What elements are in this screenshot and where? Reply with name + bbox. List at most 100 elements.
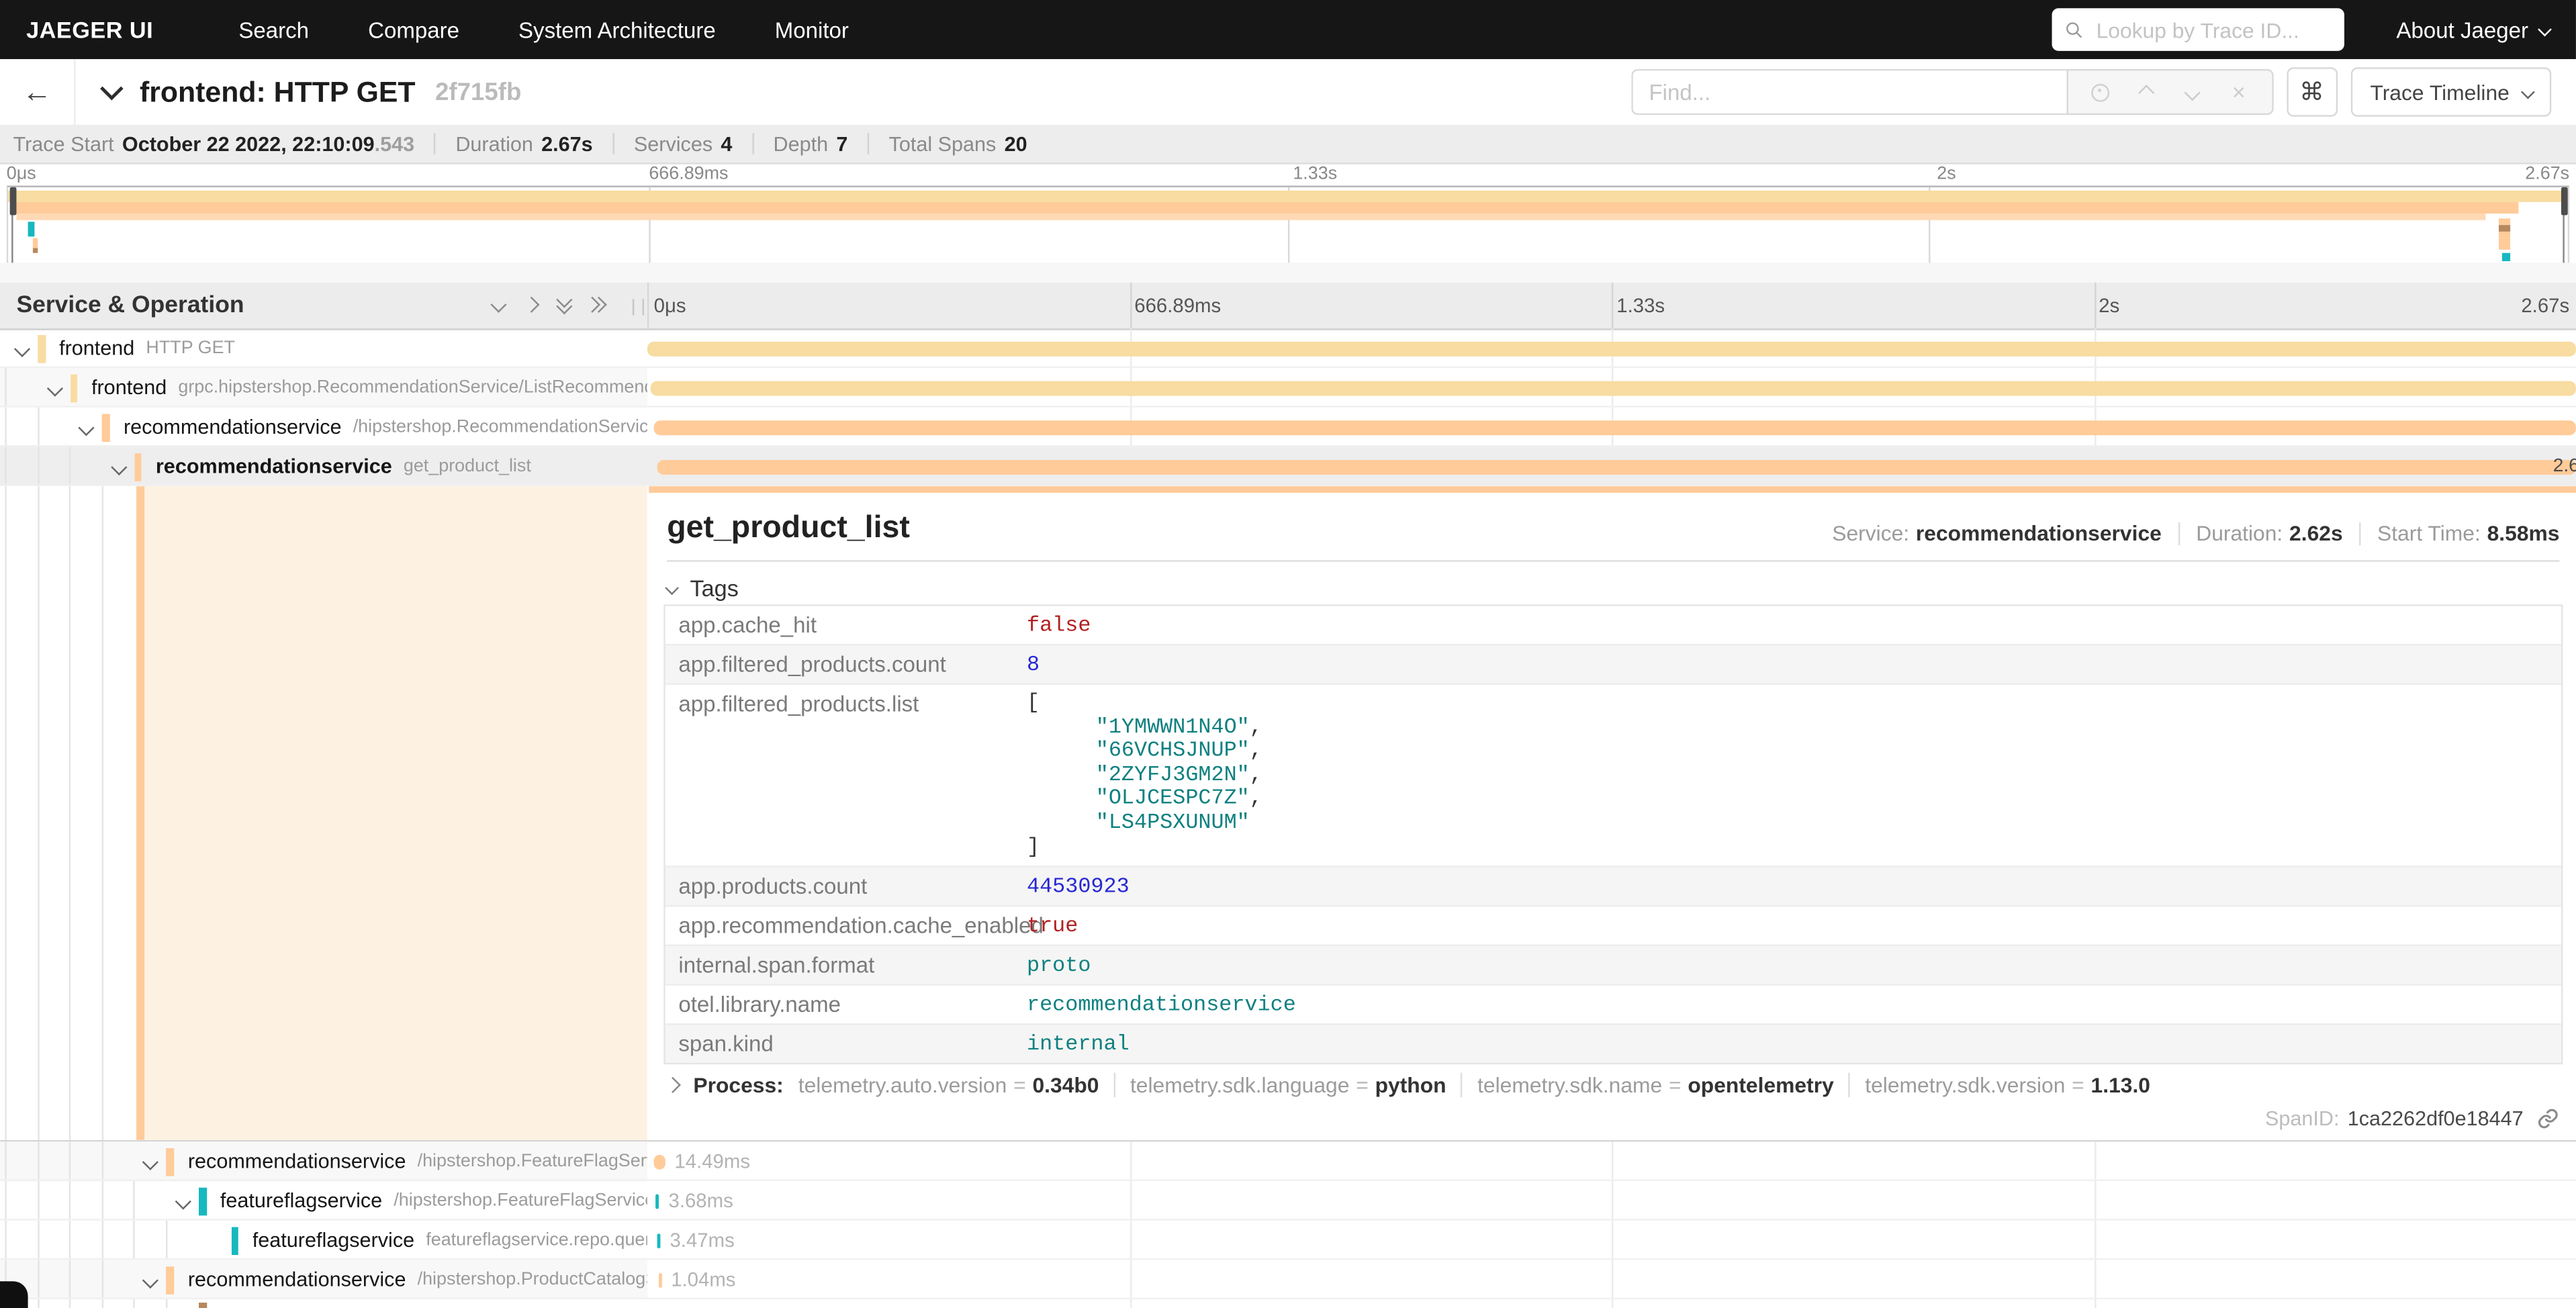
- span-accent-bar: [167, 1266, 174, 1294]
- span-row[interactable]: 3.68msfeatureflagservice/hipstershop.Fea…: [0, 1181, 2576, 1221]
- tag-row[interactable]: otel.library.namerecommendationservice: [665, 986, 2561, 1025]
- span-timeline-cell[interactable]: [647, 408, 2576, 445]
- spacer-band: [0, 262, 2576, 281]
- minimap-left-scrubber[interactable]: [11, 187, 13, 263]
- app-brand[interactable]: JAEGER UI: [26, 16, 153, 42]
- tag-key: app.filtered_products.count: [665, 645, 1014, 683]
- tag-row[interactable]: app.cache_hitfalse: [665, 606, 2561, 646]
- row-chevron-icon[interactable]: [175, 1193, 191, 1209]
- indent-guide: [166, 1299, 167, 1308]
- span-row[interactable]: frontendgrpc.hipstershop.RecommendationS…: [0, 368, 2576, 408]
- expand-one-icon[interactable]: [523, 297, 539, 313]
- nav-item-compare[interactable]: Compare: [368, 17, 459, 42]
- span-timeline-cell[interactable]: [647, 368, 2576, 406]
- command-icon: ⌘: [2299, 77, 2324, 107]
- collapse-all-icon[interactable]: [559, 297, 570, 313]
- tag-row[interactable]: app.recommendation.cache_enabledtrue: [665, 907, 2561, 947]
- scrubber-grip[interactable]: [9, 187, 15, 216]
- nav-item-search[interactable]: Search: [238, 17, 309, 42]
- span-name-cell[interactable]: featureflagservice/hipstershop.FeatureFl…: [0, 1181, 647, 1219]
- span-name-cell[interactable]: featureflagservicefeatureflagservice.rep…: [0, 1221, 647, 1258]
- jaeger-trace-page: JAEGER UI Search Compare System Architectu…: [0, 0, 2576, 1308]
- span-row[interactable]: recommendationservice/hipstershop.Recomm…: [0, 408, 2576, 447]
- trace-lookup-box[interactable]: [2052, 8, 2344, 51]
- span-timeline-cell[interactable]: 2.6: [647, 447, 2576, 484]
- span-row[interactable]: frontendHTTP GET: [0, 328, 2576, 368]
- span-timeline-cell[interactable]: [647, 328, 2576, 366]
- row-chevron-icon[interactable]: [143, 1272, 159, 1289]
- trace-lookup-input[interactable]: [2093, 15, 2331, 44]
- tick-label: 666.89ms: [649, 165, 728, 184]
- keyboard-shortcuts-button[interactable]: ⌘: [2287, 67, 2338, 116]
- span-row[interactable]: 1.04msrecommendationservice/hipstershop.…: [0, 1260, 2576, 1299]
- minimap-right-scrubber[interactable]: [2563, 187, 2564, 263]
- span-bar[interactable]: [650, 380, 2576, 395]
- minimap-span-mark: [28, 222, 34, 236]
- span-row[interactable]: 2.6recommendationserviceget_product_list: [0, 447, 2576, 486]
- tag-row[interactable]: app.filtered_products.list["1YMWWN1N4O",…: [665, 685, 2561, 868]
- ruler-gridline: [1612, 282, 1613, 329]
- span-bar[interactable]: [653, 420, 2575, 434]
- span-bar[interactable]: [654, 1154, 665, 1169]
- span-bar[interactable]: [647, 341, 2576, 356]
- span-bar[interactable]: [659, 1272, 663, 1287]
- about-jaeger-menu[interactable]: About Jaeger: [2397, 17, 2550, 42]
- tag-row[interactable]: internal.span.formatproto: [665, 947, 2561, 986]
- span-bar[interactable]: [655, 1193, 659, 1208]
- next-match-button[interactable]: [2178, 77, 2207, 107]
- expand-all-icon[interactable]: [592, 299, 605, 310]
- span-timeline-cell[interactable]: 14.49ms: [647, 1141, 2576, 1179]
- nav-item-system-architecture[interactable]: System Architecture: [518, 17, 716, 42]
- row-chevron-icon[interactable]: [143, 1154, 159, 1170]
- service-operation-header: Service & Operation: [16, 291, 244, 318]
- span-timeline-cell[interactable]: 1.04ms: [647, 1260, 2576, 1297]
- process-key: telemetry.auto.version: [798, 1072, 1007, 1097]
- nav-item-monitor[interactable]: Monitor: [775, 17, 849, 42]
- span-bar[interactable]: [657, 459, 2576, 474]
- tags-section-toggle[interactable]: Tags: [667, 575, 739, 601]
- trace-view-selector[interactable]: Trace Timeline: [2350, 67, 2551, 116]
- focus-match-button[interactable]: [2086, 77, 2115, 107]
- meta-value: 8.58ms: [2487, 521, 2560, 546]
- process-row[interactable]: Process:telemetry.auto.version=0.34b0tel…: [667, 1072, 2150, 1097]
- span-timeline-cell[interactable]: 3.47ms: [647, 1221, 2576, 1258]
- json-list-item: "OLJCESPC7Z",: [1027, 788, 2548, 812]
- row-chevron-icon[interactable]: [79, 420, 95, 436]
- scrubber-grip[interactable]: [2561, 187, 2567, 216]
- tag-row[interactable]: span.kindinternal: [665, 1025, 2561, 1063]
- tag-row[interactable]: app.products.count44530923: [665, 868, 2561, 907]
- row-chevron-icon[interactable]: [14, 341, 30, 357]
- span-service-name: featureflagservice: [252, 1228, 414, 1251]
- find-input[interactable]: [1631, 69, 2066, 115]
- row-chevron-icon[interactable]: [46, 380, 62, 396]
- prev-match-button[interactable]: [2132, 77, 2162, 107]
- tag-value: false: [1013, 606, 2561, 644]
- collapse-trace-chevron-icon[interactable]: [100, 77, 124, 101]
- span-bar[interactable]: [657, 1233, 660, 1248]
- column-resizer[interactable]: [633, 298, 644, 314]
- row-chevron-icon[interactable]: [111, 459, 127, 475]
- back-button[interactable]: ←: [0, 59, 76, 125]
- span-name-cell[interactable]: frontendHTTP GET: [0, 328, 647, 366]
- span-timeline-cell[interactable]: 3.68ms: [647, 1181, 2576, 1219]
- span-name-cell[interactable]: recommendationservice/hipstershop.Produc…: [0, 1260, 647, 1297]
- span-row[interactable]: 3.47msfeatureflagservicefeatureflagservi…: [0, 1221, 2576, 1260]
- divider: [667, 560, 2559, 561]
- span-name-cell[interactable]: frontendgrpc.hipstershop.RecommendationS…: [0, 368, 647, 406]
- span-accent-bar: [38, 334, 45, 363]
- span-name-cell[interactable]: recommendationservice/hipstershop.Recomm…: [0, 408, 647, 445]
- clear-find-button[interactable]: ×: [2224, 77, 2254, 107]
- timeline-minimap[interactable]: [7, 185, 2569, 264]
- span-row[interactable]: 14.49msrecommendationservice/hipstershop…: [0, 1141, 2576, 1181]
- tag-row[interactable]: app.filtered_products.count8: [665, 645, 2561, 685]
- span-name-cell[interactable]: recommendationservice/hipstershop.Featur…: [0, 1141, 647, 1179]
- collapse-one-icon[interactable]: [490, 297, 506, 313]
- span-row-partial[interactable]: [0, 1299, 2576, 1308]
- tick-label: 0μs: [7, 165, 36, 184]
- indent-guide: [5, 1141, 6, 1179]
- indent-guide: [69, 1299, 71, 1308]
- link-icon[interactable]: [2536, 1107, 2559, 1130]
- minimap-span-mark: [2499, 232, 2510, 238]
- meta-value: recommendationservice: [1916, 521, 2162, 546]
- span-name-cell[interactable]: recommendationserviceget_product_list: [0, 447, 647, 484]
